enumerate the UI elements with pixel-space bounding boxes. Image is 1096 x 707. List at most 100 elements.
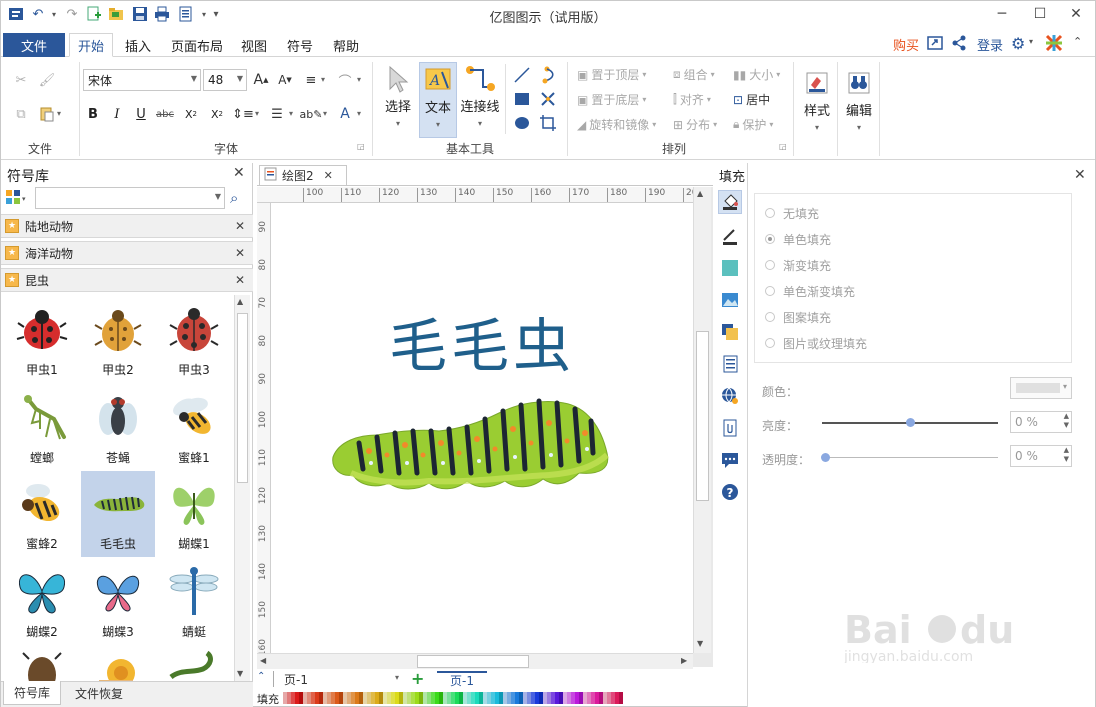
search-icon[interactable]: ⌕ <box>230 189 238 207</box>
radio-button-selected[interactable] <box>765 234 775 244</box>
style-button[interactable]: 样式 ▾ <box>799 66 835 142</box>
symbol-dragonfly[interactable]: 蜻蜓 <box>157 559 231 645</box>
edraw-logo-icon[interactable] <box>1045 34 1063 55</box>
library-menu-icon[interactable]: ▾ <box>5 188 27 209</box>
radio-button[interactable] <box>765 208 775 218</box>
buy-link[interactable]: 购买 <box>893 35 919 54</box>
line-spacing-dropdown-icon[interactable]: ▾ <box>255 109 259 118</box>
text-align-dropdown-icon[interactable]: ▾ <box>321 75 325 84</box>
share-icon[interactable] <box>951 35 967 54</box>
tab-view[interactable]: 视图 <box>233 33 275 57</box>
symbol-bee-2[interactable]: 蜜蜂2 <box>5 471 79 557</box>
strikethrough-icon[interactable]: abc <box>155 104 175 124</box>
fill-bucket-icon[interactable] <box>718 190 742 214</box>
group-button[interactable]: ⧈ 组合 ▾ <box>673 66 715 83</box>
document-list-icon[interactable] <box>718 352 742 376</box>
symbol-partial-snail[interactable] <box>93 647 143 683</box>
center-button[interactable]: ⊡ 居中 <box>733 91 770 108</box>
scroll-up-icon[interactable]: ▲ <box>697 189 703 198</box>
page-tab-active[interactable]: 页-1 <box>437 671 487 688</box>
canvas-horizontal-scrollbar[interactable]: ◀ ▶ <box>257 653 693 669</box>
fill-option-none[interactable]: 无填充 <box>765 200 819 226</box>
text-tool-button[interactable]: A 文本 ▾ <box>419 62 457 138</box>
font-color-icon[interactable]: A <box>335 104 355 124</box>
close-fill-panel-icon[interactable]: ✕ <box>1074 167 1086 183</box>
superscript-icon[interactable]: X2 <box>207 104 227 124</box>
help-question-icon[interactable]: ? <box>718 480 742 504</box>
settings-dropdown-icon[interactable]: ▾ <box>1029 37 1033 46</box>
canvas-vscroll-thumb[interactable] <box>696 331 709 501</box>
paste-icon[interactable] <box>37 104 57 124</box>
font-color-dropdown-icon[interactable]: ▾ <box>357 109 361 118</box>
library-scroll-thumb[interactable] <box>237 313 248 483</box>
fill-option-pattern[interactable]: 图案填充 <box>765 304 831 330</box>
rotate-mirror-button[interactable]: ◢ 旋转和镜像 ▾ <box>577 116 656 133</box>
distribute-button[interactable]: ⊞ 分布 ▾ <box>673 116 717 133</box>
library-category-land-animals[interactable]: ★ 陆地动物 ✕ <box>1 214 253 238</box>
canvas-vertical-scrollbar[interactable]: ▲ ▼ <box>693 187 711 653</box>
symbol-mantis[interactable]: 螳螂 <box>5 385 79 471</box>
library-scrollbar[interactable]: ▲ ▼ <box>234 295 250 683</box>
maximize-button[interactable]: ☐ <box>1023 1 1057 27</box>
format-painter-icon[interactable]: 🖌 <box>37 70 57 90</box>
rectangle-shape-icon[interactable] <box>513 90 531 111</box>
connection-point-icon[interactable] <box>539 90 557 111</box>
protect-button[interactable]: 🔒︎ 保护 ▾ <box>733 116 773 133</box>
highlight-dropdown-icon[interactable]: ▾ <box>323 109 327 118</box>
color-palette-strip[interactable] <box>283 692 643 704</box>
bullets-icon[interactable]: ☰ <box>267 104 287 124</box>
tab-insert[interactable]: 插入 <box>117 33 159 57</box>
save-icon[interactable] <box>131 5 149 23</box>
settings-gear-icon[interactable]: ⚙ <box>1011 34 1025 53</box>
tab-page-layout[interactable]: 页面布局 <box>163 33 231 57</box>
line-style-icon[interactable] <box>718 224 742 248</box>
subscript-icon[interactable]: X2 <box>181 104 201 124</box>
tab-symbols[interactable]: 符号 <box>279 33 321 57</box>
fill-option-single-gradient[interactable]: 单色渐变填充 <box>765 278 855 304</box>
scroll-down-icon[interactable]: ▼ <box>697 639 703 648</box>
attachment-icon[interactable] <box>718 416 742 440</box>
text-direction-dropdown-icon[interactable]: ▾ <box>357 75 361 84</box>
color-picker[interactable]: ▾ <box>1010 377 1072 399</box>
radio-button[interactable] <box>765 338 775 348</box>
radio-button[interactable] <box>765 260 775 270</box>
brightness-slider-thumb[interactable] <box>906 418 915 427</box>
line-spacing-icon[interactable]: ⇕≡ <box>232 104 254 124</box>
library-category-insects[interactable]: ★ 昆虫 ✕ <box>1 268 253 292</box>
font-family-select[interactable]: 宋体 ▼ <box>83 69 201 91</box>
scroll-right-icon[interactable]: ▶ <box>681 656 687 665</box>
grow-font-icon[interactable]: A ▲ <box>251 70 271 90</box>
connector-tool-button[interactable]: 连接线 ▾ <box>459 62 501 138</box>
symbol-bee-1[interactable]: 蜜蜂1 <box>157 385 231 471</box>
symbol-butterfly-1[interactable]: 蝴蝶1 <box>157 471 231 557</box>
scroll-up-icon[interactable]: ▲ <box>237 297 243 306</box>
fill-option-solid[interactable]: 单色填充 <box>765 226 831 252</box>
close-category-icon[interactable]: ✕ <box>235 273 245 287</box>
transparency-slider-thumb[interactable] <box>821 453 830 462</box>
spinner-icon[interactable]: ▲ ▼ <box>1064 412 1069 430</box>
cut-icon[interactable]: ✂ <box>11 70 31 90</box>
fill-option-gradient[interactable]: 渐变填充 <box>765 252 831 278</box>
send-to-back-button[interactable]: ▣ 置于底层 ▾ <box>577 91 646 108</box>
palette-swatch[interactable] <box>619 692 623 704</box>
canvas-hscroll-thumb[interactable] <box>417 655 529 668</box>
close-category-icon[interactable]: ✕ <box>235 219 245 233</box>
collapse-ribbon-icon[interactable]: ⌃ <box>1073 35 1082 48</box>
font-size-select[interactable]: 48 ▼ <box>203 69 247 91</box>
bring-to-front-button[interactable]: ▣ 置于顶层 ▾ <box>577 66 646 83</box>
text-direction-icon[interactable]: ⌒ <box>335 70 355 90</box>
symbol-beetle-3[interactable]: 甲虫3 <box>157 297 231 383</box>
hyperlink-globe-icon[interactable] <box>718 384 742 408</box>
spinner-icon[interactable]: ▲ ▼ <box>1064 446 1069 464</box>
highlight-icon[interactable]: ab✎ <box>300 104 323 124</box>
size-button[interactable]: ▮▮ 大小 ▾ <box>733 66 780 83</box>
tab-home[interactable]: 开始 <box>69 33 114 57</box>
drawing-page[interactable]: 毛毛虫 <box>271 203 693 653</box>
library-search-input[interactable]: ▼ <box>35 187 225 209</box>
redo-icon[interactable]: ↷ <box>63 5 81 23</box>
align-button[interactable]: ⫿ 对齐 ▾ <box>673 91 711 108</box>
paste-dropdown-icon[interactable]: ▾ <box>57 109 61 118</box>
symbol-butterfly-2[interactable]: 蝴蝶2 <box>5 559 79 645</box>
layers-icon[interactable] <box>718 320 742 344</box>
page-nav-up-icon[interactable]: ⌃ <box>257 671 271 687</box>
